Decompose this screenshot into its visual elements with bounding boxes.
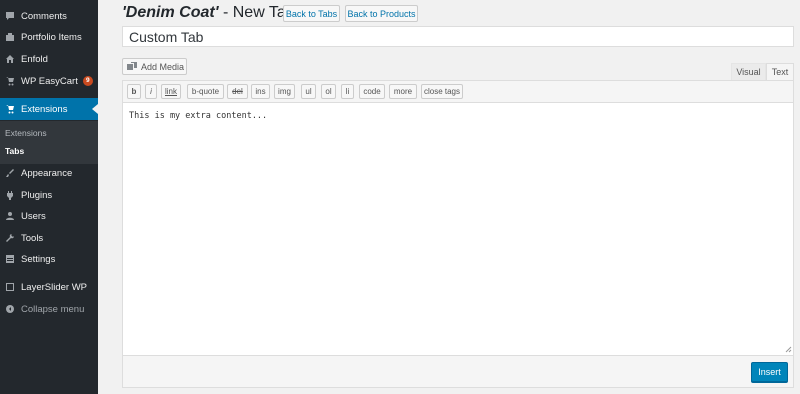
- cart-icon: [5, 76, 15, 86]
- page-title: 'Denim Coat' - New Tab: [122, 4, 295, 22]
- update-count-badge: 9: [82, 76, 93, 86]
- brush-icon: [5, 168, 15, 178]
- back-to-tabs-button[interactable]: Back to Tabs: [283, 5, 340, 22]
- qt-bold-button[interactable]: b: [127, 84, 141, 99]
- collapse-menu-label: Collapse menu: [21, 303, 85, 315]
- sidebar-item-plugins[interactable]: Plugins: [0, 185, 98, 205]
- sidebar-item-enfold[interactable]: Enfold: [0, 49, 98, 69]
- sidebar-item-layerslider[interactable]: LayerSlider WP: [0, 277, 98, 297]
- qt-ins-button[interactable]: ins: [251, 84, 270, 99]
- qt-close-tags-button[interactable]: close tags: [421, 84, 463, 99]
- home-icon: [5, 54, 15, 64]
- tab-text[interactable]: Text: [766, 63, 794, 80]
- qt-ul-button[interactable]: ul: [301, 84, 316, 99]
- tab-visual[interactable]: Visual: [731, 63, 766, 80]
- qt-ol-button[interactable]: ol: [321, 84, 336, 99]
- qt-link-button[interactable]: link: [161, 84, 181, 99]
- qt-img-button[interactable]: img: [274, 84, 295, 99]
- sidebar-item-settings[interactable]: Settings: [0, 249, 98, 269]
- sidebar-item-label: Users: [21, 210, 46, 222]
- content-editor: b i link b-quote del ins img ul ol li co…: [122, 80, 794, 388]
- collapse-menu-button[interactable]: Collapse menu: [0, 299, 98, 319]
- sidebar-item-tools[interactable]: Tools: [0, 228, 98, 248]
- sidebar-item-label: Portfolio Items: [21, 31, 82, 43]
- submenu-item-tabs[interactable]: Tabs: [5, 146, 24, 156]
- qt-more-button[interactable]: more: [389, 84, 417, 99]
- sidebar-item-portfolio[interactable]: Portfolio Items: [0, 27, 98, 47]
- qt-blockquote-button[interactable]: b-quote: [187, 84, 224, 99]
- admin-sidebar: Comments Portfolio Items Enfold WP EasyC…: [0, 0, 98, 394]
- resize-handle-icon[interactable]: [784, 345, 792, 353]
- sidebar-item-label: Plugins: [21, 189, 53, 201]
- sidebar-item-label: Settings: [21, 253, 56, 265]
- sidebar-item-appearance[interactable]: Appearance: [0, 163, 98, 183]
- qt-code-button[interactable]: code: [359, 84, 385, 99]
- quicktags-toolbar: b i link b-quote del ins img ul ol li co…: [123, 81, 793, 103]
- add-media-button[interactable]: Add Media: [122, 58, 187, 75]
- qt-del-button[interactable]: del: [227, 84, 248, 99]
- plugin-icon: [5, 190, 15, 200]
- media-icon: [127, 61, 137, 70]
- product-name: 'Denim Coat': [122, 4, 219, 21]
- back-to-products-button[interactable]: Back to Products: [345, 5, 418, 22]
- settings-icon: [5, 254, 15, 264]
- qt-italic-button[interactable]: i: [145, 84, 157, 99]
- portfolio-icon: [5, 32, 15, 42]
- users-icon: [5, 211, 15, 221]
- sidebar-item-label: Tools: [21, 232, 44, 244]
- insert-button[interactable]: Insert: [751, 362, 788, 382]
- cart-icon: [5, 104, 15, 114]
- sidebar-item-label: Enfold: [21, 53, 48, 65]
- extensions-submenu: Extensions Tabs: [0, 121, 98, 164]
- add-media-label: Add Media: [141, 61, 185, 72]
- collapse-icon: [5, 304, 15, 314]
- layers-icon: [5, 282, 15, 292]
- submenu-item-extensions[interactable]: Extensions: [5, 128, 47, 138]
- editor-footer: [123, 355, 793, 387]
- wrench-icon: [5, 233, 15, 243]
- sidebar-item-comments[interactable]: Comments: [0, 6, 98, 26]
- editor-textarea[interactable]: This is my extra content...: [129, 111, 267, 121]
- sidebar-item-wp-easycart[interactable]: WP EasyCart 9: [0, 71, 98, 91]
- qt-li-button[interactable]: li: [341, 84, 354, 99]
- sidebar-item-extensions[interactable]: Extensions: [0, 98, 98, 120]
- comment-icon: [5, 11, 15, 21]
- sidebar-item-label: LayerSlider WP: [21, 281, 87, 293]
- sidebar-item-label: Extensions: [21, 103, 68, 115]
- sidebar-item-label: WP EasyCart: [21, 75, 78, 87]
- sidebar-item-label: Appearance: [21, 167, 73, 179]
- sidebar-item-users[interactable]: Users: [0, 206, 98, 226]
- tab-title-input[interactable]: Custom Tab: [122, 26, 794, 47]
- sidebar-item-label: Comments: [21, 10, 67, 22]
